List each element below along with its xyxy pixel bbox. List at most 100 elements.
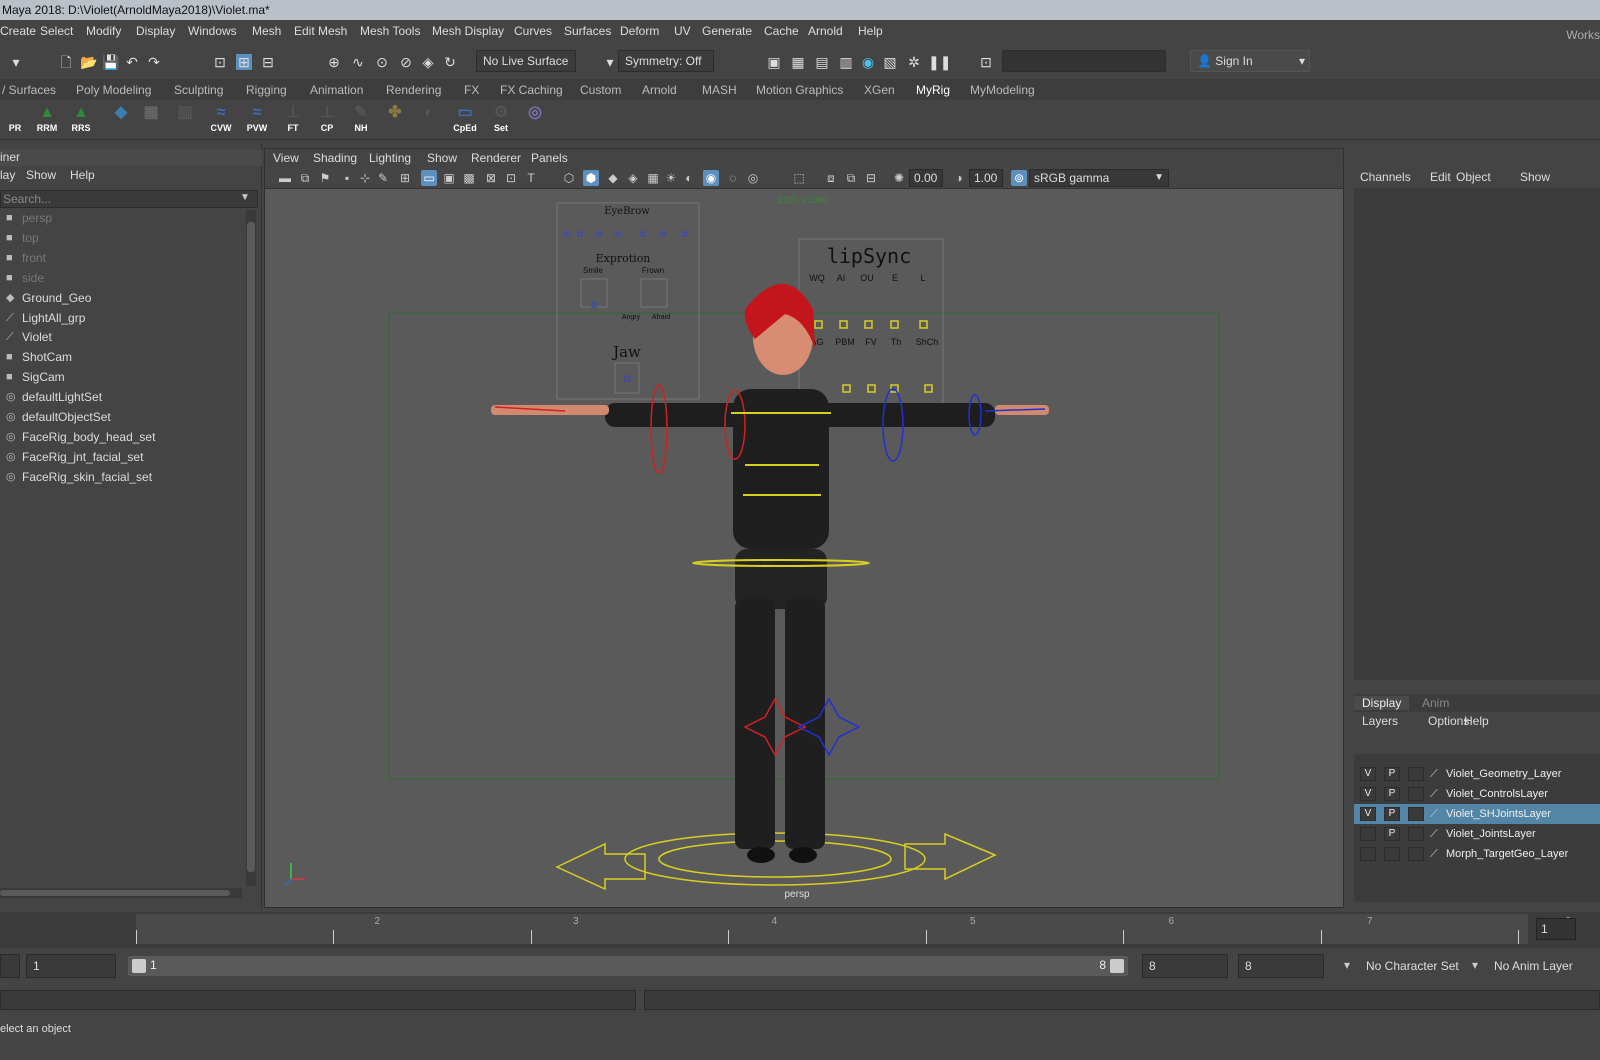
anim-end-field[interactable]: 8 bbox=[1238, 954, 1324, 978]
menu-display[interactable]: Display bbox=[136, 24, 175, 38]
snap-point-icon[interactable]: ⊙ bbox=[374, 54, 390, 70]
menu-modify[interactable]: Modify bbox=[86, 24, 121, 38]
menu-set-dropdown[interactable]: ▾ bbox=[8, 54, 24, 70]
grid-shelf-button[interactable]: ▦ bbox=[136, 103, 166, 135]
ipr-render-icon[interactable]: ▤ bbox=[814, 54, 830, 70]
nh-shelf-button[interactable]: ✎ NH bbox=[346, 103, 376, 135]
rig-tool-shelf-button[interactable]: ◆ bbox=[106, 103, 136, 135]
live-surface-field[interactable]: No Live Surface bbox=[476, 50, 576, 72]
ft-shelf-button[interactable]: ⊥ FT bbox=[278, 103, 308, 135]
shelf-tab-rendering[interactable]: Rendering bbox=[386, 83, 441, 97]
time-slider[interactable]: 2345678 1 bbox=[0, 912, 1600, 948]
layer-menu-help[interactable]: Help bbox=[1464, 714, 1489, 728]
rrm-shelf-button[interactable]: ▲ RRM bbox=[32, 103, 62, 135]
shelf-tab-animation[interactable]: Animation bbox=[310, 83, 363, 97]
violet-character[interactable] bbox=[491, 284, 1049, 863]
outliner-item[interactable]: ⟋ LightAll_grp bbox=[0, 308, 244, 328]
viewport-menu-view[interactable]: View bbox=[273, 151, 299, 165]
render-frame-icon[interactable]: ▦ bbox=[790, 54, 806, 70]
layer-visibility-toggle[interactable]: V bbox=[1360, 807, 1376, 821]
pause-render-icon[interactable]: ❚❚ bbox=[928, 54, 951, 70]
safe-title-icon[interactable]: T bbox=[523, 170, 539, 186]
workspace-label[interactable]: Works bbox=[1566, 28, 1600, 42]
layer-menu-layers[interactable]: Layers bbox=[1362, 714, 1398, 728]
viewport-menu-panels[interactable]: Panels bbox=[531, 151, 568, 165]
sign-in-button[interactable]: 👤 Sign In ▾ bbox=[1190, 50, 1310, 72]
layer-tab-display[interactable]: Display bbox=[1354, 696, 1410, 710]
wireframe-icon[interactable]: ⬡ bbox=[561, 170, 577, 186]
gate-mask-icon[interactable]: ▩ bbox=[461, 170, 477, 186]
symmetry-field[interactable]: Symmetry: Off bbox=[618, 50, 714, 72]
save-scene-icon[interactable]: 💾 bbox=[102, 54, 119, 70]
menu-arnold[interactable]: Arnold bbox=[808, 24, 843, 38]
outliner-item[interactable]: ◎ defaultLightSet bbox=[0, 387, 244, 407]
shadows-icon[interactable]: ◐ bbox=[681, 170, 697, 186]
ground-control-rig[interactable] bbox=[555, 832, 997, 891]
viewport-scene[interactable]: 1920 x 1080 EyeBrow Exprotion Smile Frow… bbox=[265, 189, 1343, 907]
wireframe-on-shaded-icon[interactable]: ◈ bbox=[625, 170, 641, 186]
ambient-occlusion-icon[interactable]: ⧈ bbox=[823, 170, 839, 186]
menu-curves[interactable]: Curves bbox=[514, 24, 552, 38]
eyebrow-control-panel[interactable]: EyeBrow Exprotion Smile Frown Angry Afra… bbox=[556, 202, 700, 400]
snap-curve-icon[interactable]: ∿ bbox=[350, 54, 366, 70]
range-playback-start-field[interactable] bbox=[0, 954, 20, 978]
undo-icon[interactable]: ↶ bbox=[124, 54, 140, 70]
outliner-item[interactable]: ⟋ Violet bbox=[0, 327, 244, 347]
layer-playback-toggle[interactable]: P bbox=[1384, 827, 1400, 841]
quick-select-field[interactable] bbox=[1002, 50, 1166, 72]
pvw-shelf-button[interactable]: ≈ PVW bbox=[242, 103, 272, 135]
command-input[interactable] bbox=[0, 990, 636, 1010]
layer-playback-toggle[interactable]: P bbox=[1384, 787, 1400, 801]
outliner-item[interactable]: ◎ defaultObjectSet bbox=[0, 407, 244, 427]
layer-visibility-toggle[interactable] bbox=[1360, 827, 1376, 841]
shelf-tab-arnold[interactable]: Arnold bbox=[642, 83, 677, 97]
current-frame-field[interactable]: 1 bbox=[1536, 918, 1576, 940]
channel-box-menu-edit[interactable]: Edit bbox=[1430, 170, 1451, 184]
cvw-shelf-button[interactable]: ≈ CVW bbox=[206, 103, 236, 135]
xray-icon[interactable]: ◌ bbox=[725, 170, 741, 186]
shelf-tab-motion-graphics[interactable]: Motion Graphics bbox=[756, 83, 843, 97]
shelf-tab-myrig[interactable]: MyRig bbox=[916, 83, 950, 97]
range-bar[interactable]: 1 8 bbox=[128, 956, 1128, 976]
select-object-icon[interactable]: ⊞ bbox=[236, 54, 252, 70]
motion-blur-icon[interactable]: ⧉ bbox=[843, 170, 859, 186]
select-camera-icon[interactable]: ▬ bbox=[277, 170, 293, 186]
layer-row[interactable]: V P ⟋ Violet_Geometry_Layer bbox=[1354, 764, 1600, 784]
rig-controls-right[interactable] bbox=[797, 388, 1046, 757]
xray-joints-icon[interactable]: ◎ bbox=[745, 170, 761, 186]
frame-shelf-button[interactable]: ▥ bbox=[170, 103, 200, 135]
outliner-horizontal-scrollbar[interactable] bbox=[0, 888, 242, 898]
outliner-item[interactable]: ◎ FaceRig_skin_facial_set bbox=[0, 467, 244, 487]
color-management-icon[interactable]: ⊚ bbox=[1011, 170, 1027, 186]
layer-color-swatch[interactable] bbox=[1408, 787, 1424, 801]
shelf-tab-mash[interactable]: MASH bbox=[702, 83, 737, 97]
select-component-icon[interactable]: ⊟ bbox=[260, 54, 276, 70]
set-shelf-button[interactable]: ⚙ Set bbox=[486, 103, 516, 135]
viewport-panel[interactable]: View Shading Lighting Show Renderer Panels ▬ … bbox=[264, 148, 1344, 908]
layer-color-swatch[interactable] bbox=[1408, 847, 1424, 861]
picker-shelf-button[interactable]: ◎ bbox=[520, 103, 550, 135]
shelf-tab-poly-modeling[interactable]: Poly Modeling bbox=[76, 83, 151, 97]
menu-create[interactable]: Create bbox=[0, 24, 36, 38]
pr-shelf-button[interactable]: PR bbox=[0, 103, 30, 135]
symmetry-dropdown-icon[interactable]: ▾ bbox=[602, 54, 618, 70]
outliner-item[interactable]: ◆ Ground_Geo bbox=[0, 288, 244, 308]
menu-deform[interactable]: Deform bbox=[620, 24, 659, 38]
shelf-tab-fx-caching[interactable]: FX Caching bbox=[500, 83, 563, 97]
camera-attributes-icon[interactable]: ⧉ bbox=[297, 170, 313, 186]
shelf-tab-fx[interactable]: FX bbox=[464, 83, 479, 97]
render-view-icon[interactable]: ▣ bbox=[766, 54, 782, 70]
grease-pencil-icon[interactable]: ✎ bbox=[375, 170, 391, 186]
outliner-item[interactable]: ■ persp bbox=[0, 208, 244, 228]
layer-row[interactable]: ⟋ Morph_TargetGeo_Layer bbox=[1354, 844, 1600, 864]
outliner-item[interactable]: ■ front bbox=[0, 248, 244, 268]
menu-help[interactable]: Help bbox=[858, 24, 883, 38]
menu-select[interactable]: Select bbox=[40, 24, 73, 38]
resolution-gate-icon[interactable]: ▣ bbox=[441, 170, 457, 186]
select-hierarchy-icon[interactable]: ⊡ bbox=[212, 54, 228, 70]
hypershade-icon[interactable]: ◉ bbox=[860, 54, 876, 70]
layer-color-swatch[interactable] bbox=[1408, 807, 1424, 821]
layer-visibility-toggle[interactable]: V bbox=[1360, 767, 1376, 781]
layer-row[interactable]: V P ⟋ Violet_SHJointsLayer bbox=[1354, 804, 1600, 824]
menu-cache[interactable]: Cache bbox=[764, 24, 799, 38]
